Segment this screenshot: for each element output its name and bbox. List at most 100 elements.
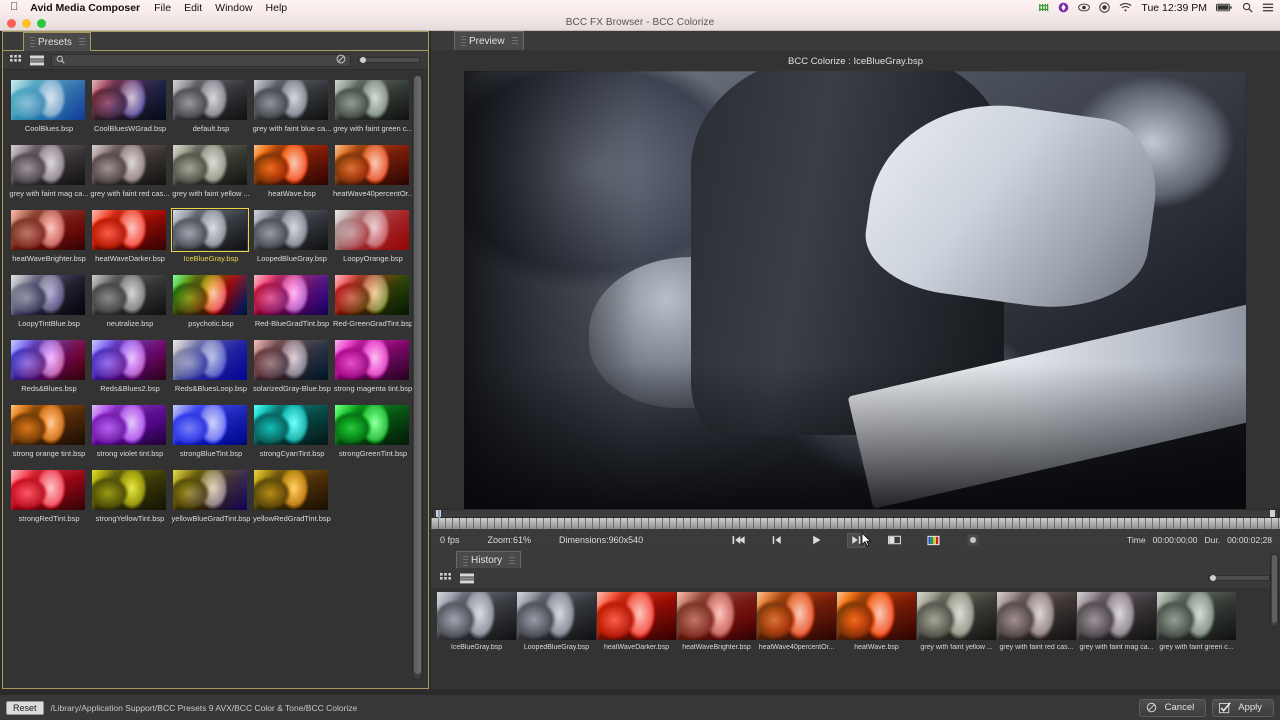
history-thumbnail[interactable]	[517, 592, 596, 640]
scrollbar-thumb[interactable]	[414, 76, 421, 674]
history-thumbnail[interactable]	[1077, 592, 1156, 640]
preset-item[interactable]: Reds&Blues.bsp	[9, 338, 89, 393]
history-thumbnail-size-slider[interactable]	[1208, 575, 1270, 581]
history-item[interactable]: grey with faint yellow ...	[917, 592, 996, 668]
history-thumbnail[interactable]	[597, 592, 676, 640]
split-screen-button[interactable]	[886, 533, 904, 548]
preset-thumbnail[interactable]	[11, 470, 85, 510]
preset-thumbnail[interactable]	[92, 340, 166, 380]
preset-thumbnail-frame[interactable]	[252, 208, 330, 252]
preset-item[interactable]: grey with faint mag ca...	[9, 143, 89, 198]
preset-item[interactable]: Red-GreenGradTint.bsp	[333, 273, 413, 328]
preset-thumbnail[interactable]	[92, 145, 166, 185]
preset-thumbnail-frame[interactable]	[171, 78, 249, 122]
preset-item[interactable]: strongYellowTint.bsp	[90, 468, 170, 523]
preset-thumbnail[interactable]	[173, 145, 247, 185]
preset-thumbnail-frame[interactable]	[252, 143, 330, 187]
preset-item[interactable]: default.bsp	[171, 78, 251, 133]
preset-thumbnail-frame[interactable]	[9, 273, 87, 317]
preset-thumbnail-frame[interactable]	[90, 143, 168, 187]
preset-thumbnail[interactable]	[254, 340, 328, 380]
list-view-icon[interactable]	[30, 54, 44, 66]
preset-thumbnail[interactable]	[173, 210, 247, 250]
preset-thumbnail-frame[interactable]	[9, 403, 87, 447]
preset-item[interactable]: heatWaveDarker.bsp	[90, 208, 170, 263]
preset-thumbnail-frame[interactable]	[171, 403, 249, 447]
preset-item[interactable]: yellowRedGradTint.bsp	[252, 468, 332, 523]
preset-item[interactable]: strongBlueTint.bsp	[171, 403, 251, 458]
menu-item-window[interactable]: Window	[215, 2, 252, 14]
tab-presets[interactable]: Presets	[23, 32, 91, 51]
history-thumbnail[interactable]	[437, 592, 516, 640]
preset-thumbnail[interactable]	[254, 145, 328, 185]
history-thumbnail[interactable]	[917, 592, 996, 640]
preset-item[interactable]: strong orange tint.bsp	[9, 403, 89, 458]
network-activity-icon[interactable]	[1038, 2, 1049, 13]
preset-thumbnail[interactable]	[92, 470, 166, 510]
preset-thumbnail-frame[interactable]	[9, 143, 87, 187]
history-item[interactable]: grey with faint green c...	[1157, 592, 1236, 668]
history-item[interactable]: LoopedBlueGray.bsp	[517, 592, 596, 668]
preset-thumbnail[interactable]	[254, 470, 328, 510]
preset-item[interactable]: strongGreenTint.bsp	[333, 403, 413, 458]
preset-item[interactable]: IceBlueGray.bsp	[171, 208, 251, 263]
history-item[interactable]: grey with faint red cas...	[997, 592, 1076, 668]
preset-thumbnail-frame[interactable]	[90, 78, 168, 122]
preset-thumbnail[interactable]	[11, 340, 85, 380]
history-item[interactable]: heatWaveBrighter.bsp	[677, 592, 756, 668]
preset-thumbnail-frame[interactable]	[252, 273, 330, 317]
menu-app-name[interactable]: Avid Media Composer	[30, 2, 140, 14]
minimize-window-button[interactable]	[22, 19, 31, 28]
search-icon[interactable]	[1242, 2, 1253, 13]
menu-item-file[interactable]: File	[154, 2, 171, 14]
preset-thumbnail-frame[interactable]	[333, 208, 411, 252]
history-item[interactable]: heatWave.bsp	[837, 592, 916, 668]
step-back-button[interactable]	[769, 533, 787, 548]
preset-thumbnail[interactable]	[173, 340, 247, 380]
menu-item-help[interactable]: Help	[266, 2, 288, 14]
eye-icon[interactable]	[1078, 2, 1091, 13]
render-button[interactable]	[964, 533, 982, 548]
history-item[interactable]: heatWave40percentOr...	[757, 592, 836, 668]
preset-thumbnail[interactable]	[173, 405, 247, 445]
preset-item[interactable]: strong magenta tint.bsp	[333, 338, 413, 393]
menu-bar-clock[interactable]: Tue 12:39 PM	[1141, 2, 1207, 14]
preset-thumbnail-frame[interactable]	[171, 338, 249, 382]
preset-item[interactable]: heatWave40percentOr...	[333, 143, 413, 198]
history-thumbnail[interactable]	[837, 592, 916, 640]
preset-item[interactable]: LoopyTintBlue.bsp	[9, 273, 89, 328]
preset-grid-scrollbar[interactable]	[412, 74, 423, 680]
preset-thumbnail-frame[interactable]	[171, 273, 249, 317]
timeline-ruler[interactable]	[431, 518, 1280, 529]
preset-thumbnail-frame[interactable]	[333, 338, 411, 382]
preset-item[interactable]: grey with faint blue ca...	[252, 78, 332, 133]
preset-item[interactable]: heatWaveBrighter.bsp	[9, 208, 89, 263]
preset-thumbnail-frame[interactable]	[171, 468, 249, 512]
preset-item[interactable]: psychotic.bsp	[171, 273, 251, 328]
preset-thumbnail-frame[interactable]	[252, 78, 330, 122]
history-scrollbar[interactable]	[1270, 553, 1279, 627]
history-thumbnail[interactable]	[997, 592, 1076, 640]
play-button[interactable]	[808, 533, 826, 548]
reset-button[interactable]: Reset	[6, 700, 44, 715]
preset-thumbnail[interactable]	[254, 210, 328, 250]
preset-item[interactable]: neutralize.bsp	[90, 273, 170, 328]
preset-item[interactable]: grey with faint green c...	[333, 78, 413, 133]
slider-knob[interactable]	[360, 57, 366, 63]
history-item[interactable]: heatWaveDarker.bsp	[597, 592, 676, 668]
battery-icon[interactable]	[1216, 3, 1233, 13]
preset-search-box[interactable]	[51, 53, 351, 67]
preset-item[interactable]: Red-BlueGradTint.bsp	[252, 273, 332, 328]
preset-thumbnail-frame[interactable]	[171, 143, 249, 187]
preset-thumbnail[interactable]	[254, 80, 328, 120]
preset-thumbnail-frame[interactable]	[90, 208, 168, 252]
dropbox-icon[interactable]	[1058, 2, 1069, 13]
preset-thumbnail[interactable]	[11, 275, 85, 315]
preset-thumbnail-frame[interactable]	[9, 208, 87, 252]
preset-thumbnail[interactable]	[335, 210, 409, 250]
color-bars-button[interactable]	[925, 533, 943, 548]
preset-thumbnail-frame[interactable]	[333, 78, 411, 122]
close-window-button[interactable]	[7, 19, 16, 28]
tab-preview[interactable]: Preview	[454, 31, 524, 50]
history-item[interactable]: IceBlueGray.bsp	[437, 592, 516, 668]
